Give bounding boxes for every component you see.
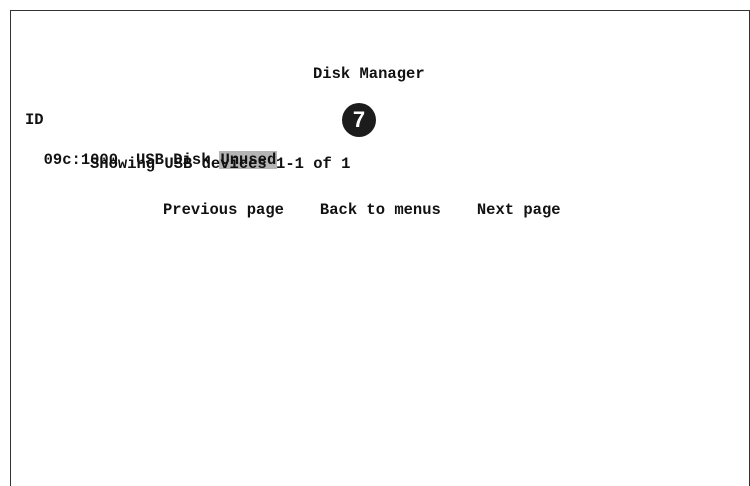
- next-page-link[interactable]: Next page: [477, 201, 561, 219]
- previous-page-link[interactable]: Previous page: [163, 201, 284, 219]
- back-to-menus-link[interactable]: Back to menus: [320, 201, 441, 219]
- callout-number-badge: 7: [342, 103, 376, 137]
- id-column-header: ID: [25, 111, 44, 129]
- page-navigation: Previous page Back to menus Next page: [163, 201, 561, 219]
- device-count-status: Showing USB devices 1-1 of 1: [90, 155, 351, 173]
- page-title: Disk Manager: [313, 65, 425, 83]
